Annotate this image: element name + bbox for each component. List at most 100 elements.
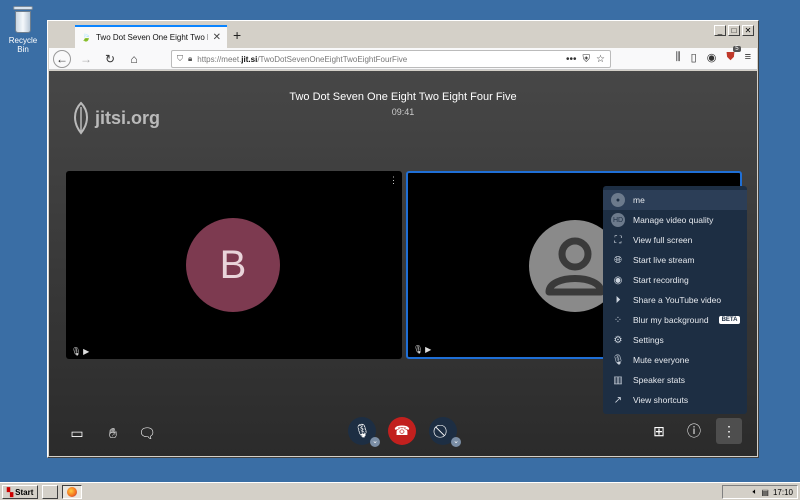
menu-hamburger-icon[interactable]: ≡ <box>745 51 751 64</box>
menu-item-shortcuts[interactable]: ↗ View shortcuts <box>603 390 747 410</box>
menu-item-label: Mute everyone <box>633 355 690 365</box>
tab-bar: 🍃 Two Dot Seven One Eight Two Eig ✕ + _ … <box>49 22 757 48</box>
globe-icon: 🌐︎ <box>614 254 622 266</box>
camera-muted-icon: ▶︎ <box>83 347 90 356</box>
chevron-down-icon[interactable]: ⌄ <box>451 437 461 447</box>
page-actions-icon[interactable]: ••• <box>566 54 577 65</box>
library-icon[interactable]: ⫼ <box>676 51 681 64</box>
volume-icon[interactable]: 🔈︎ <box>753 487 758 497</box>
menu-item-recording[interactable]: ◉ Start recording <box>603 270 747 290</box>
conference-title: Two Dot Seven One Eight Two Eight Four F… <box>289 91 517 103</box>
menu-item-speaker-stats[interactable]: ▥ Speaker stats <box>603 370 747 390</box>
conference-timer: 09:41 <box>391 107 415 117</box>
info-button[interactable]: ⓘ <box>681 418 707 444</box>
mic-muted-icon: 🎙︎ <box>71 347 82 356</box>
back-button[interactable]: ← <box>53 49 71 68</box>
menu-item-label: Start live stream <box>633 255 695 265</box>
tab-title: Two Dot Seven One Eight Two Eig <box>95 33 208 42</box>
shortcuts-icon: ↗ <box>613 394 623 406</box>
reload-button[interactable]: ↻ <box>101 50 119 68</box>
mute-everyone-icon: 🎙︎ <box>611 354 625 366</box>
maximize-button[interactable]: □ <box>728 25 740 36</box>
tab-meeting[interactable]: 🍃 Two Dot Seven One Eight Two Eig ✕ <box>75 25 227 48</box>
new-tab-button[interactable]: + <box>233 27 241 43</box>
menu-item-live-stream[interactable]: 🌐︎ Start live stream <box>603 250 747 270</box>
menu-item-fullscreen[interactable]: ⛶ View full screen <box>603 230 747 250</box>
hangup-button[interactable]: ☎︎ <box>388 417 416 445</box>
taskbar: ▚ Start 🔈︎ ▤ 17:10 <box>0 482 800 500</box>
start-label: Start <box>15 487 34 497</box>
tile-more-icon[interactable]: ⋮ <box>389 175 398 186</box>
record-icon: ◉ <box>613 274 623 286</box>
menu-item-label: View shortcuts <box>633 395 689 405</box>
meeting-toolbar: ▭ ✋︎ 🗨︎ 🎙︎ ⌄ ☎︎ ⃠ ⌄ ⊞ ⓘ ⋮ <box>49 411 757 451</box>
phone-hangup-icon: ☎︎ <box>393 423 411 438</box>
raise-hand-button[interactable]: ✋︎ <box>101 421 125 445</box>
beta-badge: BETA <box>718 316 741 324</box>
hd-icon: HD <box>611 213 625 227</box>
sidebar-icon[interactable]: ▯ <box>691 51 697 64</box>
jitsi-favicon-icon: 🍃 <box>81 33 91 42</box>
tile-view-button[interactable]: ⊞ <box>646 418 672 444</box>
menu-item-label: Settings <box>633 335 664 345</box>
start-button[interactable]: ▚ Start <box>2 485 39 499</box>
chevron-down-icon[interactable]: ⌄ <box>370 437 380 447</box>
screen-share-button[interactable]: ▭ <box>65 421 89 445</box>
browser-window: 🍃 Two Dot Seven One Eight Two Eig ✕ + _ … <box>47 20 759 458</box>
navigation-bar: ← → ↻ ⌂ ⛉ 🔒︎ https://meet.jit.si/TwoDotS… <box>49 46 757 70</box>
meeting-area: jitsi.org Two Dot Seven One Eight Two Ei… <box>49 71 757 456</box>
minimize-button[interactable]: _ <box>714 25 726 36</box>
menu-item-video-quality[interactable]: HD Manage video quality <box>603 210 747 230</box>
url-text: https://meet.jit.si/TwoDotSevenOneEightT… <box>197 54 408 64</box>
microphone-button[interactable]: 🎙︎ ⌄ <box>348 417 380 447</box>
ublock-icon[interactable]: ⛊ 5 <box>726 46 741 64</box>
camera-button[interactable]: ⃠ ⌄ <box>429 417 461 447</box>
ublock-count-badge: 5 <box>733 46 741 52</box>
menu-item-label: View full screen <box>633 235 693 245</box>
mic-muted-icon: 🎙︎ <box>413 345 424 354</box>
tracking-shield-icon[interactable]: ⛉ <box>177 54 183 64</box>
menu-item-label: Start recording <box>633 275 689 285</box>
play-icon: ⏵ <box>615 294 621 306</box>
menu-item-label: Manage video quality <box>633 215 714 225</box>
lock-icon[interactable]: 🔒︎ <box>188 54 192 64</box>
more-actions-button[interactable]: ⋮ <box>716 418 742 444</box>
firefox-icon <box>67 487 77 497</box>
recycle-bin-label: Recycle Bin <box>8 36 38 54</box>
menu-item-label: me <box>633 195 645 205</box>
avatar-icon: ● <box>611 193 625 207</box>
recycle-bin[interactable]: Recycle Bin <box>4 6 42 54</box>
menu-item-youtube[interactable]: ⏵ Share a YouTube video <box>603 290 747 310</box>
gear-icon: ⚙ <box>613 334 623 346</box>
blur-icon: ⁘ <box>613 314 623 326</box>
overflow-menu: ● me HD Manage video quality ⛶ View full… <box>603 186 747 414</box>
bookmark-star-icon[interactable]: ☆ <box>596 54 605 65</box>
tile-status-icons: 🎙︎ ▶︎ <box>413 345 431 354</box>
quicklaunch-terminal[interactable] <box>42 485 58 499</box>
fullscreen-icon: ⛶ <box>614 234 622 246</box>
menu-item-profile[interactable]: ● me <box>603 190 747 210</box>
stats-icon: ▥ <box>613 374 623 386</box>
camera-muted-icon: ▶︎ <box>425 345 432 354</box>
home-button[interactable]: ⌂ <box>125 50 143 68</box>
url-bar[interactable]: ⛉ 🔒︎ https://meet.jit.si/TwoDotSevenOneE… <box>171 50 611 68</box>
account-icon[interactable]: ◉ <box>707 51 717 64</box>
menu-item-blur[interactable]: ⁘ Blur my background BETA <box>603 310 747 330</box>
recycle-bin-icon <box>12 6 34 34</box>
window-controls: _ □ ✕ <box>714 25 754 36</box>
network-icon[interactable]: ▤ <box>761 488 769 497</box>
menu-item-settings[interactable]: ⚙ Settings <box>603 330 747 350</box>
close-tab-icon[interactable]: ✕ <box>213 32 221 43</box>
close-window-button[interactable]: ✕ <box>742 25 754 36</box>
menu-item-label: Share a YouTube video <box>633 295 722 305</box>
tile-status-icons: 🎙︎ ▶︎ <box>71 347 89 356</box>
remote-video-tile[interactable]: B ⋮ 🎙︎ ▶︎ <box>66 171 402 359</box>
pocket-icon[interactable]: ⛨ <box>583 54 591 65</box>
chat-button[interactable]: 🗨︎ <box>135 421 159 445</box>
clock[interactable]: 17:10 <box>773 488 793 497</box>
taskbar-firefox[interactable] <box>62 485 82 499</box>
forward-button[interactable]: → <box>77 50 95 68</box>
mic-muted-icon: 🎙︎ <box>353 423 371 438</box>
participant-avatar: B <box>186 218 280 312</box>
menu-item-mute-everyone[interactable]: 🎙︎ Mute everyone <box>603 350 747 370</box>
